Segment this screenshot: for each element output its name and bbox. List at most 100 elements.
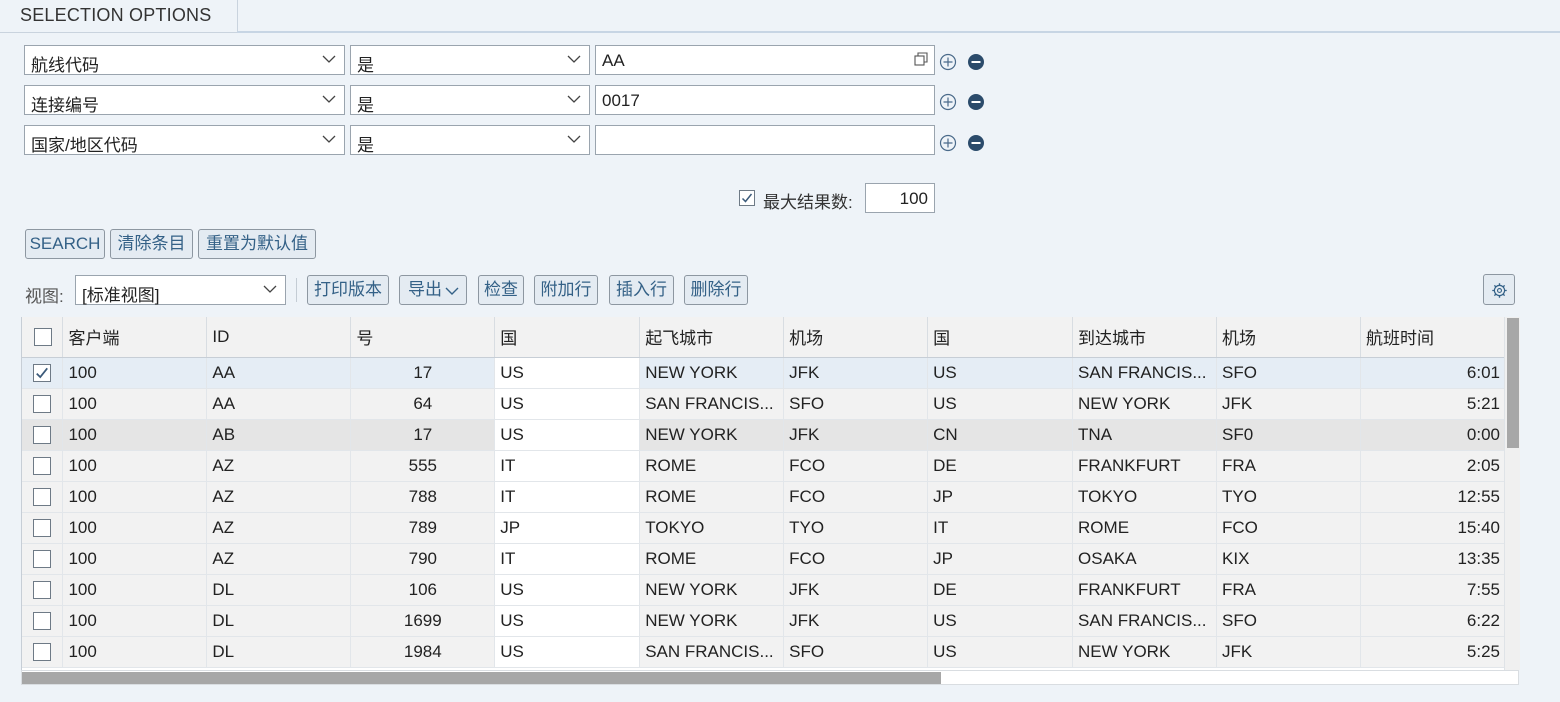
table-cell[interactable]: 100 bbox=[62, 481, 208, 513]
vertical-scroll-thumb[interactable] bbox=[1507, 318, 1519, 448]
table-cell[interactable]: SFO bbox=[783, 388, 929, 420]
remove-criteria-icon[interactable] bbox=[967, 53, 985, 71]
table-cell[interactable]: NEW YORK bbox=[639, 605, 785, 637]
table-cell[interactable]: 555 bbox=[350, 450, 496, 482]
column-header[interactable]: 机场 bbox=[1216, 317, 1361, 358]
row-checkbox[interactable] bbox=[33, 611, 51, 630]
column-header[interactable]: 航班时间 bbox=[1360, 317, 1505, 358]
row-checkbox[interactable] bbox=[33, 394, 51, 413]
criteria-field-select-2[interactable]: 连接编号 bbox=[24, 85, 345, 115]
table-cell[interactable]: US bbox=[494, 605, 641, 637]
table-cell[interactable]: ROME bbox=[639, 543, 785, 575]
table-cell[interactable]: IT bbox=[494, 543, 641, 575]
row-select-cell[interactable] bbox=[22, 543, 64, 575]
table-cell[interactable]: US bbox=[494, 574, 641, 606]
table-cell[interactable]: NEW YORK bbox=[639, 357, 785, 389]
table-cell[interactable]: FRANKFURT bbox=[1072, 574, 1218, 606]
table-row[interactable]: 100 AB 17 US NEW YORK JFK CN TNA SF0 0:00 bbox=[22, 419, 1505, 451]
table-row[interactable]: 100 AZ 790 IT ROME FCO JP OSAKA KIX 13:35 bbox=[22, 543, 1505, 575]
table-cell[interactable]: 100 bbox=[62, 388, 208, 420]
table-cell[interactable]: 790 bbox=[350, 543, 496, 575]
table-cell[interactable]: AZ bbox=[206, 481, 352, 513]
table-cell[interactable]: US bbox=[927, 357, 1074, 389]
table-cell[interactable]: SAN FRANCIS... bbox=[639, 388, 785, 420]
row-checkbox[interactable] bbox=[33, 580, 51, 599]
table-cell[interactable]: AZ bbox=[206, 450, 352, 482]
table-cell[interactable]: ROME bbox=[639, 450, 785, 482]
table-cell[interactable]: 100 bbox=[62, 357, 208, 389]
table-cell[interactable]: 100 bbox=[62, 419, 208, 451]
table-cell[interactable]: DE bbox=[927, 450, 1074, 482]
table-row[interactable]: 100 DL 1699 US NEW YORK JFK US SAN FRANCIS... SF… bbox=[22, 605, 1505, 637]
row-select-cell[interactable] bbox=[22, 419, 64, 451]
append-row-button[interactable]: 附加行 bbox=[534, 275, 598, 305]
row-select-cell[interactable] bbox=[22, 481, 64, 513]
table-cell[interactable]: JFK bbox=[783, 605, 929, 637]
row-select-cell[interactable] bbox=[22, 605, 64, 637]
table-cell[interactable]: 7:55 bbox=[1360, 574, 1505, 606]
table-cell[interactable]: 2:05 bbox=[1360, 450, 1505, 482]
table-cell[interactable]: 6:01 bbox=[1360, 357, 1505, 389]
table-cell[interactable]: IT bbox=[494, 481, 641, 513]
table-cell[interactable]: TYO bbox=[783, 512, 929, 544]
table-cell[interactable]: KIX bbox=[1216, 543, 1361, 575]
table-row[interactable]: 100 AA 17 US NEW YORK JFK US SAN FRANCIS... SFO 6… bbox=[22, 357, 1505, 389]
row-select-cell[interactable] bbox=[22, 512, 64, 544]
table-cell[interactable]: 15:40 bbox=[1360, 512, 1505, 544]
table-cell[interactable]: 17 bbox=[350, 357, 496, 389]
table-cell[interactable]: AA bbox=[206, 357, 352, 389]
column-header[interactable]: 号 bbox=[350, 317, 496, 358]
table-cell[interactable]: DL bbox=[206, 574, 352, 606]
table-cell[interactable]: 100 bbox=[62, 512, 208, 544]
reset-defaults-button[interactable]: 重置为默认值 bbox=[198, 229, 316, 259]
table-cell[interactable]: JP bbox=[927, 543, 1074, 575]
table-cell[interactable]: AZ bbox=[206, 512, 352, 544]
row-checkbox[interactable] bbox=[33, 456, 51, 475]
table-cell[interactable]: NEW YORK bbox=[639, 419, 785, 451]
table-cell[interactable]: 64 bbox=[350, 388, 496, 420]
column-header[interactable]: 客户端 bbox=[62, 317, 208, 358]
table-cell[interactable]: US bbox=[494, 357, 641, 389]
table-cell[interactable]: US bbox=[494, 388, 641, 420]
settings-button[interactable] bbox=[1483, 274, 1515, 305]
table-cell[interactable]: US bbox=[927, 388, 1074, 420]
table-cell[interactable]: IT bbox=[927, 512, 1074, 544]
table-cell[interactable]: SF0 bbox=[1216, 419, 1361, 451]
table-cell[interactable]: IT bbox=[494, 450, 641, 482]
table-cell[interactable]: 1699 bbox=[350, 605, 496, 637]
table-cell[interactable]: US bbox=[927, 636, 1074, 668]
table-cell[interactable]: 788 bbox=[350, 481, 496, 513]
table-cell[interactable]: US bbox=[494, 419, 641, 451]
table-cell[interactable]: JFK bbox=[1216, 388, 1361, 420]
export-menu-button[interactable]: 导出 bbox=[399, 275, 467, 305]
table-cell[interactable]: 5:25 bbox=[1360, 636, 1505, 668]
table-cell[interactable]: FCO bbox=[783, 543, 929, 575]
table-cell[interactable]: 0:00 bbox=[1360, 419, 1505, 451]
table-cell[interactable]: TYO bbox=[1216, 481, 1361, 513]
search-button[interactable]: SEARCH bbox=[25, 229, 105, 259]
check-button[interactable]: 检查 bbox=[478, 275, 524, 305]
remove-criteria-icon[interactable] bbox=[967, 93, 985, 111]
row-select-cell[interactable] bbox=[22, 636, 64, 668]
table-cell[interactable]: FCO bbox=[1216, 512, 1361, 544]
table-cell[interactable]: CN bbox=[927, 419, 1074, 451]
horizontal-scroll-thumb[interactable] bbox=[22, 672, 941, 684]
print-version-button[interactable]: 打印版本 bbox=[307, 275, 389, 305]
column-header[interactable]: 机场 bbox=[783, 317, 929, 358]
table-cell[interactable]: 12:55 bbox=[1360, 481, 1505, 513]
table-cell[interactable]: 100 bbox=[62, 574, 208, 606]
table-cell[interactable]: AB bbox=[206, 419, 352, 451]
table-cell[interactable]: 100 bbox=[62, 636, 208, 668]
remove-criteria-icon[interactable] bbox=[967, 134, 985, 152]
table-cell[interactable]: AZ bbox=[206, 543, 352, 575]
value-help-icon[interactable] bbox=[914, 52, 928, 66]
table-row[interactable]: 100 AZ 789 JP TOKYO TYO IT ROME FCO 15:40 bbox=[22, 512, 1505, 544]
criteria-value-input-1[interactable]: AA bbox=[595, 45, 935, 75]
table-cell[interactable]: SFO bbox=[1216, 605, 1361, 637]
table-row[interactable]: 100 AZ 788 IT ROME FCO JP TOKYO TYO 12:55 bbox=[22, 481, 1505, 513]
table-cell[interactable]: TNA bbox=[1072, 419, 1218, 451]
row-select-cell[interactable] bbox=[22, 574, 64, 606]
table-cell[interactable]: FRANKFURT bbox=[1072, 450, 1218, 482]
table-cell[interactable]: 100 bbox=[62, 605, 208, 637]
horizontal-scrollbar[interactable] bbox=[21, 670, 1519, 685]
